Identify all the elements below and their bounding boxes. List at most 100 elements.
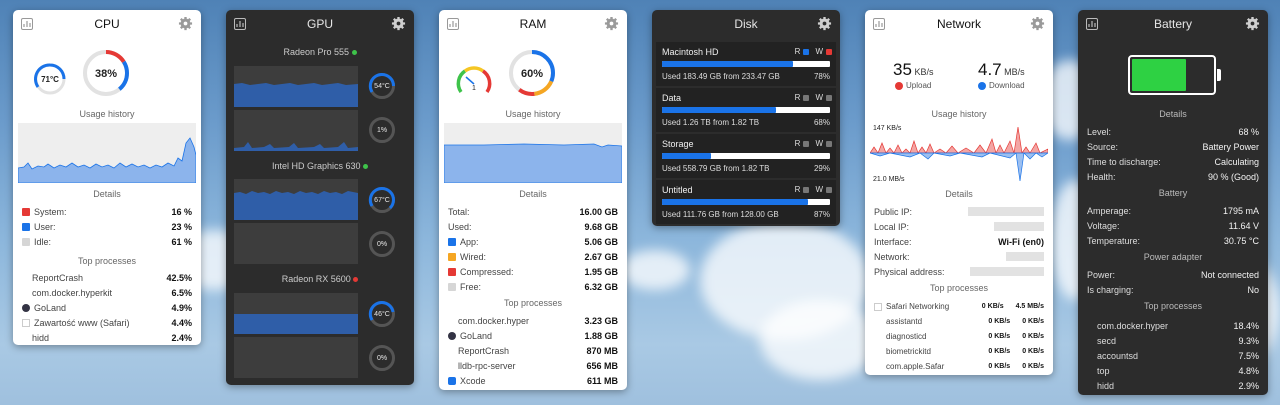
power-adapter-label: Power adapter [1143,252,1203,262]
app-swatch [448,237,456,246]
read-indicator [803,94,810,101]
cpu-temperature-value: 71°C [41,75,59,84]
chart-icon[interactable] [21,18,33,30]
process-row[interactable]: ReportCrash 42.5% [13,270,201,285]
process-row[interactable]: Xcode 611 MB [439,373,627,388]
memory-pressure-value: 1 [472,85,476,92]
gear-icon[interactable] [391,16,406,31]
process-row[interactable]: com.docker.hyper 18.4% [1078,318,1268,333]
write-indicator [826,48,832,55]
disk-name: Untitled [662,185,693,195]
disk-item[interactable]: Untitled R W Used 111.76 GB from 128.00 GB 8… [656,180,836,224]
read-indicator [803,140,810,147]
battery-temperature: Temperature: 30.75 °C [1087,235,1259,246]
process-row[interactable]: assistantd 0 KB/s 0 KB/s [865,314,1053,329]
process-row[interactable]: lldb-rpc-server 656 MB [439,358,627,373]
document-icon [22,318,30,327]
disk-used-text: Used 111.76 GB from 128.00 GB [662,210,779,219]
process-row[interactable]: top 4.8% [1078,363,1268,378]
process-row[interactable]: com.apple.Safar 0 KB/s 0 KB/s [865,359,1053,374]
usage-history-label: Usage history [505,109,561,119]
compressed-swatch [448,267,456,276]
process-row[interactable]: secd 9.3% [1078,333,1268,348]
network-header: Network [865,10,1053,38]
gear-icon[interactable] [817,16,832,31]
ram-usage-value: 60% [520,68,544,80]
disk-usage-fill [662,61,794,67]
chart-icon[interactable] [234,18,246,30]
process-row[interactable]: ReportCrash 870 MB [439,343,627,358]
disk-io-indicators: RW [795,185,832,194]
disk-name: Data [662,93,682,103]
top-processes-label: Top processes [503,298,563,308]
chart-icon[interactable] [447,18,459,30]
cpu-panel: CPU 71°C 38% Usage history Details Syste… [13,10,201,345]
panel-title: Battery [1153,17,1192,31]
process-row[interactable]: GoLand 4.9% [13,300,201,315]
chart-icon[interactable] [873,18,885,30]
upload-speed: 35 KB/s [893,60,934,79]
ram-detail-app: App: 5.06 GB [439,234,627,249]
download-swatch [978,81,986,90]
download-legend: Download [978,81,1025,90]
goland-icon [448,331,456,340]
disk-usage-bar [662,153,830,159]
process-row[interactable]: Safari Networking 0 KB/s 4.5 MB/s [865,299,1053,314]
chart-icon[interactable] [660,18,672,30]
details-label: Details [519,189,547,199]
disk-name: Macintosh HD [662,47,719,57]
read-label: R [794,185,801,194]
gpu-2-usage-graph [234,223,358,264]
ram-details: Total: 16.00 GB Used: 9.68 GB App: 5.06 GB … [439,204,627,294]
read-label: R [794,47,801,56]
gpu-name-2: Intel HD Graphics 630 [226,161,414,171]
network-processes: Safari Networking 0 KB/s 4.5 MB/s assistan… [865,299,1053,374]
disk-item[interactable]: Storage R W Used 558.79 GB from 1.82 TB 29% [656,134,836,178]
battery-amperage: Amperage: 1795 mA [1087,205,1259,216]
gpu-name-1: Radeon Pro 555 [226,47,414,57]
network-detail-physical-address: Physical address: [865,264,1053,279]
network-detail-network: Network: [865,249,1053,264]
process-row[interactable]: com.docker.hyper 3.23 GB [439,313,627,328]
process-row[interactable]: com.docker.hyperkit 6.5% [13,285,201,300]
details-label: Details [93,189,121,199]
public-ip-value [968,207,1044,216]
ram-detail-wired: Wired: 2.67 GB [439,249,627,264]
panel-title: CPU [94,17,120,31]
disk-panel: Disk Macintosh HD R W Used 183.49 GB from 2… [652,10,840,226]
gpu-2-temperature-graph [234,179,358,220]
memory-pressure-gauge [456,66,492,93]
process-row[interactable]: hidd 2.9% [1078,378,1268,393]
status-dot [353,277,359,283]
status-dot [351,50,357,56]
gear-icon[interactable] [178,16,193,31]
process-row[interactable]: Zawartość www (Safari) 4.4% [13,315,201,330]
process-row[interactable]: GoLand 1.88 GB [439,328,627,343]
gear-icon[interactable] [1245,16,1260,31]
read-indicator [803,186,810,193]
disk-item[interactable]: Data R W Used 1.26 TB from 1.82 TB 68% [656,88,836,132]
read-label: R [794,93,801,102]
network-detail-public-ip: Public IP: [865,204,1053,219]
battery-processes: com.docker.hyper 18.4% secd 9.3% accountsd… [1078,318,1268,393]
adapter-is-charging: Is charging: No [1087,284,1259,295]
panel-title: RAM [519,17,547,31]
process-row[interactable]: diagnosticd 0 KB/s 0 KB/s [865,329,1053,344]
network-scale-top: 147 KB/s [873,125,902,132]
process-row[interactable]: hidd 2.4% [13,330,201,345]
network-name-value [1006,252,1044,261]
local-ip-value [994,222,1044,231]
disk-usage-fill [662,199,809,205]
chart-icon[interactable] [1086,18,1098,30]
process-row[interactable]: accountsd 7.5% [1078,348,1268,363]
write-indicator [826,94,832,101]
cpu-details: System: 16 % User: 23 % Idle: 61 % [13,204,201,249]
gear-icon[interactable] [1030,16,1045,31]
disk-item[interactable]: Macintosh HD R W Used 183.49 GB from 233.47… [656,42,836,86]
idle-swatch [22,237,30,246]
gear-icon[interactable] [604,16,619,31]
read-label: R [794,139,801,148]
network-usage-history-chart [870,123,1048,183]
process-row[interactable]: biometrickitd 0 KB/s 0 KB/s [865,344,1053,359]
wired-swatch [448,252,456,261]
